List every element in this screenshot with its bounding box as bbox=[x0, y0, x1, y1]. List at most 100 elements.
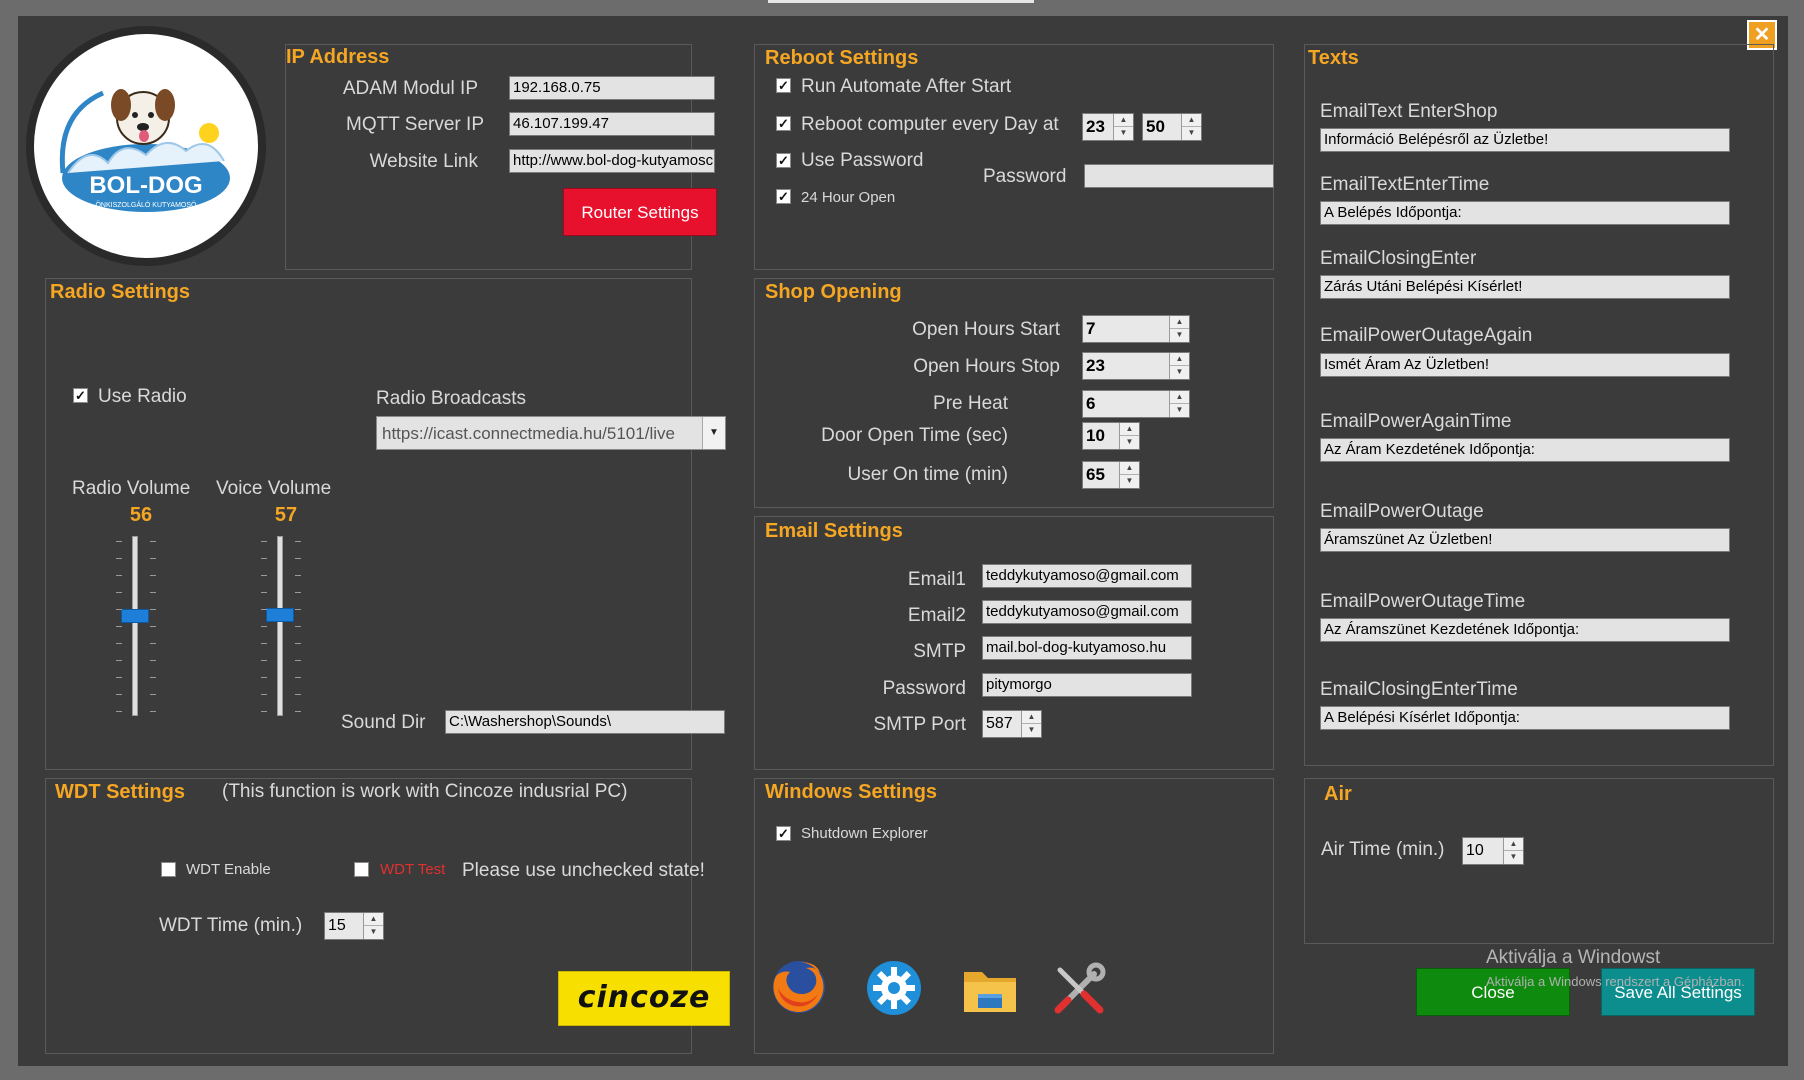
reboot-hour-spinner[interactable]: 23 ▲ ▼ bbox=[1082, 113, 1134, 141]
spinner-arrows-icon[interactable]: ▲ ▼ bbox=[1181, 114, 1201, 140]
email-password-input[interactable]: pitymorgo bbox=[982, 673, 1192, 697]
shutdown-explorer-label: Shutdown Explorer bbox=[801, 825, 928, 842]
use-radio-label: Use Radio bbox=[98, 386, 187, 407]
email1-input[interactable]: teddykutyamoso@gmail.com bbox=[982, 564, 1192, 588]
text-input-0[interactable]: Információ Belépésről az Üzletbe! bbox=[1320, 128, 1730, 152]
text-label-6: EmailPowerOutageTime bbox=[1320, 591, 1526, 612]
open-24h-checkbox[interactable]: ✓ bbox=[776, 189, 791, 204]
slider-tick bbox=[295, 694, 301, 695]
slider-tick bbox=[295, 575, 301, 576]
door-open-spinner[interactable]: 10 ▲ ▼ bbox=[1082, 422, 1140, 450]
slider-tick bbox=[295, 626, 301, 627]
gear-icon[interactable] bbox=[865, 959, 923, 1017]
preheat-spinner[interactable]: 6 ▲ ▼ bbox=[1082, 390, 1190, 418]
spinner-arrows-icon[interactable]: ▲ ▼ bbox=[1169, 316, 1189, 342]
slider-tick bbox=[261, 643, 267, 644]
spinner-arrows-icon[interactable]: ▲ ▼ bbox=[1113, 114, 1133, 140]
slider-thumb[interactable] bbox=[121, 609, 149, 623]
smtp-input[interactable]: mail.bol-dog-kutyamoso.hu bbox=[982, 636, 1192, 660]
firefox-icon[interactable] bbox=[770, 958, 828, 1016]
sound-dir-input[interactable]: C:\Washershop\Sounds\ bbox=[445, 710, 725, 734]
logo-text: BOL-DOG bbox=[89, 172, 202, 199]
slider-tick bbox=[295, 643, 301, 644]
router-settings-button[interactable]: Router Settings bbox=[563, 188, 717, 236]
spinner-arrows-icon[interactable]: ▲ ▼ bbox=[1169, 353, 1189, 379]
mqtt-ip-input[interactable]: 46.107.199.47 bbox=[509, 112, 715, 136]
slider-tick bbox=[261, 711, 267, 712]
slider-tick bbox=[116, 694, 122, 695]
user-on-label: User On time (min) bbox=[847, 464, 1008, 485]
text-label-3: EmailPowerOutageAgain bbox=[1320, 325, 1533, 346]
spinner-arrows-icon[interactable]: ▲ ▼ bbox=[1169, 391, 1189, 417]
open-start-label: Open Hours Start bbox=[912, 319, 1060, 340]
smtp-port-value: 587 bbox=[986, 715, 1013, 732]
text-input-7[interactable]: A Belépési Kísérlet Időpontja: bbox=[1320, 706, 1730, 730]
slider-thumb[interactable] bbox=[266, 608, 294, 622]
chevron-down-icon[interactable]: ▼ bbox=[702, 417, 725, 449]
reboot-daily-checkbox[interactable]: ✓ bbox=[776, 116, 791, 131]
use-password-checkbox[interactable]: ✓ bbox=[776, 153, 791, 168]
slider-tick bbox=[295, 558, 301, 559]
email2-input[interactable]: teddykutyamoso@gmail.com bbox=[982, 600, 1192, 624]
wdt-test-checkbox[interactable] bbox=[354, 862, 369, 877]
spinner-arrows-icon[interactable]: ▲ ▼ bbox=[1119, 462, 1139, 488]
text-label-1: EmailTextEnterTime bbox=[1320, 174, 1490, 195]
slider-tick bbox=[150, 643, 156, 644]
file-explorer-icon[interactable] bbox=[960, 960, 1020, 1018]
text-input-5[interactable]: Áramszünet Az Üzletben! bbox=[1320, 528, 1730, 552]
slider-tick bbox=[261, 575, 267, 576]
tools-icon[interactable] bbox=[1048, 960, 1108, 1020]
radio-broadcast-value: https://icast.connectmedia.hu/5101/live bbox=[382, 424, 675, 443]
wdt-time-spinner[interactable]: 15 ▲ ▼ bbox=[324, 912, 384, 940]
run-automate-checkbox[interactable]: ✓ bbox=[776, 78, 791, 93]
run-automate-label: Run Automate After Start bbox=[801, 76, 1012, 97]
voice-volume-value: 57 bbox=[274, 504, 298, 526]
smtp-port-spinner[interactable]: 587 ▲ ▼ bbox=[982, 710, 1042, 738]
reboot-daily-label: Reboot computer every Day at bbox=[801, 114, 1059, 135]
shutdown-explorer-checkbox[interactable]: ✓ bbox=[776, 826, 791, 841]
ip-address-title: IP Address bbox=[286, 46, 390, 68]
shop-opening-title: Shop Opening bbox=[765, 281, 902, 303]
website-link-label: Website Link bbox=[369, 151, 478, 172]
slider-tick bbox=[150, 592, 156, 593]
slider-tick bbox=[150, 677, 156, 678]
bol-dog-logo: BOL-DOG ÖNKISZOLGÁLÓ KUTYAMOSÓ bbox=[23, 23, 269, 269]
text-input-6[interactable]: Az Áramszünet Kezdetének Időpontja: bbox=[1320, 618, 1730, 642]
user-on-spinner[interactable]: 65 ▲ ▼ bbox=[1082, 461, 1140, 489]
text-input-2[interactable]: Zárás Utáni Belépési Kísérlet! bbox=[1320, 275, 1730, 299]
spinner-arrows-icon[interactable]: ▲ ▼ bbox=[363, 913, 383, 939]
email-settings-title: Email Settings bbox=[765, 520, 903, 542]
mqtt-ip-label: MQTT Server IP bbox=[346, 114, 484, 135]
radio-broadcast-dropdown[interactable]: https://icast.connectmedia.hu/5101/live … bbox=[376, 416, 726, 450]
voice-volume-slider[interactable] bbox=[255, 536, 305, 716]
activation-watermark-subtitle: Aktiválja a Windows rendszert a Gépházba… bbox=[1486, 974, 1745, 989]
text-input-1[interactable]: A Belépés Időpontja: bbox=[1320, 201, 1730, 225]
text-input-3[interactable]: Ismét Áram Az Üzletben! bbox=[1320, 353, 1730, 377]
slider-tick bbox=[150, 541, 156, 542]
air-time-spinner[interactable]: 10 ▲ ▼ bbox=[1462, 837, 1524, 865]
slider-tick bbox=[150, 660, 156, 661]
slider-tick bbox=[150, 711, 156, 712]
use-radio-checkbox[interactable]: ✓ bbox=[73, 388, 88, 403]
user-on-value: 65 bbox=[1086, 465, 1105, 484]
adam-ip-input[interactable]: 192.168.0.75 bbox=[509, 76, 715, 100]
cincoze-logo[interactable]: cincoze bbox=[558, 971, 730, 1026]
reboot-minute-spinner[interactable]: 50 ▲ ▼ bbox=[1142, 113, 1202, 141]
reboot-password-input[interactable] bbox=[1084, 164, 1274, 188]
spinner-arrows-icon[interactable]: ▲ ▼ bbox=[1021, 711, 1041, 737]
sound-dir-label: Sound Dir bbox=[341, 712, 426, 733]
spinner-arrows-icon[interactable]: ▲ ▼ bbox=[1503, 838, 1523, 864]
radio-volume-label: Radio Volume bbox=[72, 478, 191, 499]
text-label-4: EmailPowerAgainTime bbox=[1320, 411, 1512, 432]
text-input-4[interactable]: Az Áram Kezdetének Időpontja: bbox=[1320, 438, 1730, 462]
radio-volume-slider[interactable] bbox=[110, 536, 160, 716]
slider-track bbox=[132, 536, 138, 716]
website-link-input[interactable]: http://www.bol-dog-kutyamosc bbox=[509, 149, 715, 173]
open-stop-spinner[interactable]: 23 ▲ ▼ bbox=[1082, 352, 1190, 380]
wdt-time-value: 15 bbox=[328, 917, 346, 934]
spinner-arrows-icon[interactable]: ▲ ▼ bbox=[1119, 423, 1139, 449]
slider-track bbox=[277, 536, 283, 716]
wdt-enable-checkbox[interactable] bbox=[161, 862, 176, 877]
slider-tick bbox=[261, 558, 267, 559]
open-start-spinner[interactable]: 7 ▲ ▼ bbox=[1082, 315, 1190, 343]
